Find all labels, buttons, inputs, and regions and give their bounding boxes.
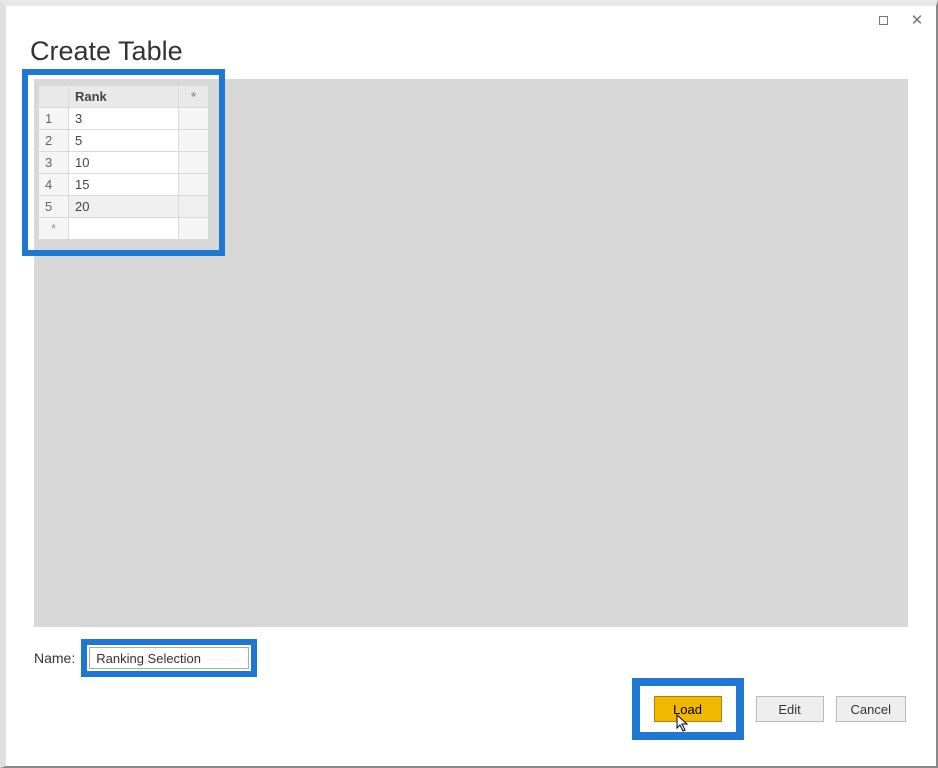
cell[interactable]: 5 [69, 130, 179, 152]
cell[interactable]: 15 [69, 174, 179, 196]
cell[interactable]: 3 [69, 108, 179, 130]
close-button[interactable]: ✕ [904, 10, 930, 30]
name-highlight [81, 639, 257, 677]
load-button[interactable]: Load [654, 696, 722, 722]
cell[interactable] [179, 218, 209, 240]
cell[interactable] [179, 152, 209, 174]
new-row[interactable]: * [39, 218, 209, 240]
close-icon: ✕ [911, 13, 924, 28]
row-number: 5 [39, 196, 69, 218]
row-number: 4 [39, 174, 69, 196]
table-row[interactable]: 5 20 [39, 196, 209, 218]
row-number: 1 [39, 108, 69, 130]
load-highlight: Load [632, 678, 744, 740]
cell[interactable]: 20 [69, 196, 179, 218]
preview-canvas: Rank * 1 3 2 5 3 10 [34, 79, 908, 627]
cell[interactable] [179, 108, 209, 130]
dialog-window: ✕ Create Table Rank * 1 3 [0, 0, 938, 768]
table-row[interactable]: 2 5 [39, 130, 209, 152]
cell[interactable]: 10 [69, 152, 179, 174]
cell[interactable] [69, 218, 179, 240]
table-highlight: Rank * 1 3 2 5 3 10 [22, 69, 225, 256]
name-row: Name: [34, 639, 908, 677]
corner-cell [39, 86, 69, 108]
dialog-footer: Load Edit Cancel [632, 678, 906, 740]
maximize-button[interactable] [870, 10, 896, 30]
content-area: Rank * 1 3 2 5 3 10 [34, 79, 908, 677]
table-row[interactable]: 1 3 [39, 108, 209, 130]
title-bar: ✕ [6, 6, 936, 34]
row-number: 3 [39, 152, 69, 174]
table-row[interactable]: 4 15 [39, 174, 209, 196]
name-label: Name: [34, 650, 75, 666]
cell[interactable] [179, 196, 209, 218]
row-number: 2 [39, 130, 69, 152]
edit-button[interactable]: Edit [756, 696, 824, 722]
table-row[interactable]: 3 10 [39, 152, 209, 174]
cancel-button[interactable]: Cancel [836, 696, 906, 722]
table-name-input[interactable] [89, 647, 249, 669]
maximize-icon [879, 16, 888, 25]
data-grid[interactable]: Rank * 1 3 2 5 3 10 [38, 85, 209, 240]
column-header[interactable]: Rank [69, 86, 179, 108]
cell[interactable] [179, 130, 209, 152]
add-row[interactable]: * [39, 218, 69, 240]
add-column-header[interactable]: * [179, 86, 209, 108]
cell[interactable] [179, 174, 209, 196]
